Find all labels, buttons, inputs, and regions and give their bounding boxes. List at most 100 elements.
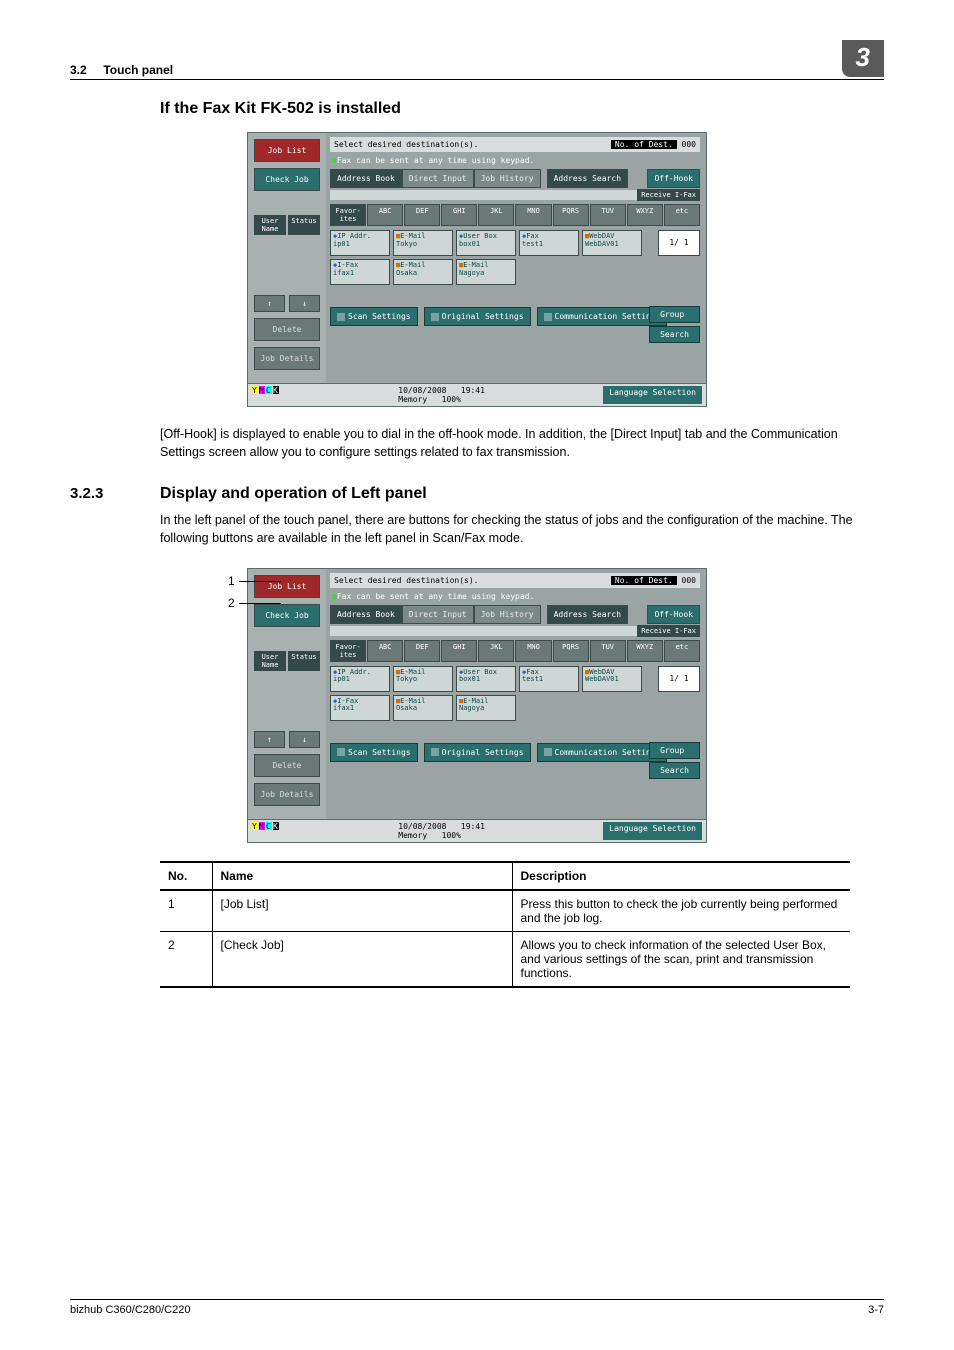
scan-icon: [337, 313, 345, 321]
index-ghi-2[interactable]: GHI: [441, 640, 477, 662]
page-indicator: 1/ 1: [658, 230, 700, 256]
status-tab[interactable]: Status: [288, 215, 320, 235]
tab-direct-input[interactable]: Direct Input: [402, 169, 474, 188]
index-favorites[interactable]: Favor-ites: [330, 204, 366, 226]
language-selection-button[interactable]: Language Selection: [603, 386, 702, 404]
communication-settings-button[interactable]: Communication Settings: [537, 307, 668, 326]
off-hook-button-2[interactable]: Off-Hook: [647, 605, 700, 624]
dest-ip01[interactable]: ◆IP Addr.ip01: [330, 230, 390, 256]
index-ghi[interactable]: GHI: [441, 204, 477, 226]
group-button-2[interactable]: Group: [649, 742, 700, 759]
footer-time-2: 19:41: [461, 822, 485, 831]
dest-webdav01-2[interactable]: ■WebDAVWebDAV01: [582, 666, 642, 692]
cell-no-1: 1: [160, 890, 212, 932]
search-button-2[interactable]: Search: [649, 762, 700, 779]
index-tuv-2[interactable]: TUV: [590, 640, 626, 662]
toner-indicator-2: YMCK: [252, 822, 280, 840]
check-job-button[interactable]: Check Job: [254, 168, 320, 191]
receive-ifax-button-2[interactable]: Receive I-Fax: [637, 625, 700, 637]
cell-desc-1: Press this button to check the job curre…: [512, 890, 850, 932]
toner-indicator: YMCK: [252, 386, 280, 404]
footer-mem-2: 100%: [442, 831, 461, 840]
user-name-tab[interactable]: User Name: [254, 215, 286, 235]
original-icon: [431, 313, 439, 321]
job-details-button[interactable]: Job Details: [254, 347, 320, 370]
search-button[interactable]: Search: [649, 326, 700, 343]
page-indicator-2: 1/ 1: [658, 666, 700, 692]
index-def[interactable]: DEF: [404, 204, 440, 226]
index-tuv[interactable]: TUV: [590, 204, 626, 226]
index-jkl-2[interactable]: JKL: [478, 640, 514, 662]
tab-direct-input-2[interactable]: Direct Input: [402, 605, 474, 624]
dest-nagoya[interactable]: ■E-MailNagoya: [456, 259, 516, 285]
receive-ifax-button[interactable]: Receive I-Fax: [637, 189, 700, 201]
index-etc[interactable]: etc: [664, 204, 700, 226]
index-abc-2[interactable]: ABC: [367, 640, 403, 662]
comm-icon-2: [544, 748, 552, 756]
index-mno[interactable]: MNO: [515, 204, 551, 226]
touch-panel-screenshot-2: Job List Check Job User Name Status ↑ ↓ …: [247, 568, 707, 843]
index-etc-2[interactable]: etc: [664, 640, 700, 662]
tab-address-search-2[interactable]: Address Search: [547, 605, 628, 624]
dest-ifax1[interactable]: ◆I-Faxifax1: [330, 259, 390, 285]
job-details-button-2[interactable]: Job Details: [254, 783, 320, 806]
callout-2: 2: [228, 596, 235, 610]
index-jkl[interactable]: JKL: [478, 204, 514, 226]
dest-webdav01[interactable]: ■WebDAVWebDAV01: [582, 230, 642, 256]
index-wxyz-2[interactable]: WXYZ: [627, 640, 663, 662]
arrow-up-button[interactable]: ↑: [254, 295, 285, 312]
status-tab-2[interactable]: Status: [288, 651, 320, 671]
tab-job-history-2[interactable]: Job History: [474, 605, 541, 624]
group-button[interactable]: Group: [649, 306, 700, 323]
arrow-down-button[interactable]: ↓: [289, 295, 320, 312]
delete-button[interactable]: Delete: [254, 318, 320, 341]
communication-settings-button-2[interactable]: Communication Settings: [537, 743, 668, 762]
dest-box01-2[interactable]: ◆User Boxbox01: [456, 666, 516, 692]
index-pqrs-2[interactable]: PQRS: [553, 640, 589, 662]
tab-address-book-2[interactable]: Address Book: [330, 605, 402, 624]
original-settings-button[interactable]: Original Settings: [424, 307, 531, 326]
index-mno-2[interactable]: MNO: [515, 640, 551, 662]
description-table: No. Name Description 1 [Job List] Press …: [160, 861, 850, 988]
section-number: 3.2.3: [70, 485, 124, 502]
tab-address-search[interactable]: Address Search: [547, 169, 628, 188]
scan-settings-button-2[interactable]: Scan Settings: [330, 743, 418, 762]
original-settings-button-2[interactable]: Original Settings: [424, 743, 531, 762]
index-favorites-2[interactable]: Favor-ites: [330, 640, 366, 662]
arrow-down-button-2[interactable]: ↓: [289, 731, 320, 748]
dest-ip01-2[interactable]: ◆IP Addr.ip01: [330, 666, 390, 692]
dest-test1[interactable]: ◆Faxtest1: [519, 230, 579, 256]
dest-osaka-2[interactable]: ■E-MailOsaka: [393, 695, 453, 721]
comm-icon: [544, 313, 552, 321]
footer-mem: 100%: [442, 395, 461, 404]
footer-time: 19:41: [461, 386, 485, 395]
delete-button-2[interactable]: Delete: [254, 754, 320, 777]
arrow-up-button-2[interactable]: ↑: [254, 731, 285, 748]
index-abc[interactable]: ABC: [367, 204, 403, 226]
user-name-tab-2[interactable]: User Name: [254, 651, 286, 671]
dest-tokyo-2[interactable]: ■E-MailTokyo: [393, 666, 453, 692]
dest-tokyo[interactable]: ■E-MailTokyo: [393, 230, 453, 256]
chapter-badge: 3: [842, 40, 884, 77]
index-pqrs[interactable]: PQRS: [553, 204, 589, 226]
dest-count-2: 000: [682, 576, 696, 585]
dest-osaka[interactable]: ■E-MailOsaka: [393, 259, 453, 285]
table-row: 1 [Job List] Press this button to check …: [160, 890, 850, 932]
index-def-2[interactable]: DEF: [404, 640, 440, 662]
dest-nagoya-2[interactable]: ■E-MailNagoya: [456, 695, 516, 721]
tab-address-book[interactable]: Address Book: [330, 169, 402, 188]
language-selection-button-2[interactable]: Language Selection: [603, 822, 702, 840]
cell-no-2: 2: [160, 931, 212, 987]
index-wxyz[interactable]: WXYZ: [627, 204, 663, 226]
screen-title-2: Select desired destination(s).: [334, 576, 479, 585]
job-list-button[interactable]: Job List: [254, 139, 320, 162]
tab-job-history[interactable]: Job History: [474, 169, 541, 188]
dest-box01[interactable]: ◆User Boxbox01: [456, 230, 516, 256]
section-title: Display and operation of Left panel: [160, 485, 427, 503]
scan-settings-button[interactable]: Scan Settings: [330, 307, 418, 326]
dest-test1-2[interactable]: ◆Faxtest1: [519, 666, 579, 692]
dest-ifax1-2[interactable]: ◆I-Faxifax1: [330, 695, 390, 721]
off-hook-button[interactable]: Off-Hook: [647, 169, 700, 188]
scan-icon-2: [337, 748, 345, 756]
footer-mem-label: Memory: [398, 395, 427, 404]
